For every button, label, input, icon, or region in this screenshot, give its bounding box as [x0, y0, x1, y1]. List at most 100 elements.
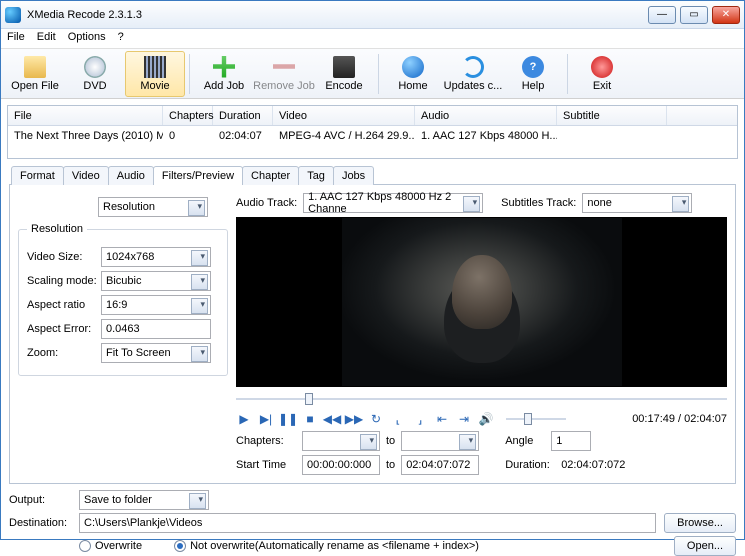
video-size-label: Video Size:	[27, 251, 101, 263]
play-icon[interactable]: ▶	[236, 411, 252, 427]
maximize-button[interactable]: ▭	[680, 6, 708, 24]
tab-strip: Format Video Audio Filters/Preview Chapt…	[11, 165, 744, 184]
mark-in-icon[interactable]: ⸤	[390, 411, 406, 427]
forward-icon[interactable]: ▶▶	[346, 411, 362, 427]
subtitle-track-select[interactable]: none	[582, 193, 692, 213]
tab-video[interactable]: Video	[63, 166, 109, 185]
col-chapters[interactable]: Chapters	[163, 106, 213, 125]
seek-slider[interactable]	[236, 391, 727, 405]
goto-out-icon[interactable]: ⇥	[456, 411, 472, 427]
close-button[interactable]: ✕	[712, 6, 740, 24]
aspect-select[interactable]: 16:9	[101, 295, 211, 315]
subtitle-track-label: Subtitles Track:	[501, 197, 576, 209]
exit-button[interactable]: Exit	[572, 51, 632, 97]
chapter-to-select[interactable]	[401, 431, 479, 451]
menu-options[interactable]: Options	[68, 31, 106, 46]
tab-audio[interactable]: Audio	[108, 166, 154, 185]
menu-edit[interactable]: Edit	[37, 31, 56, 46]
cell-file: The Next Three Days (2010) MV4 NL ...	[8, 130, 163, 142]
filters-panel: Resolution Resolution Video Size:1024x76…	[9, 184, 736, 484]
menu-bar: File Edit Options ?	[1, 29, 744, 49]
filter-type-select[interactable]: Resolution	[98, 197, 208, 217]
film-icon	[144, 56, 166, 78]
duration-label: Duration:	[505, 459, 555, 471]
col-audio[interactable]: Audio	[415, 106, 557, 125]
aspect-error-label: Aspect Error:	[27, 323, 101, 335]
chapter-from-select[interactable]	[302, 431, 380, 451]
duration-value: 02:04:07:072	[561, 459, 625, 471]
tab-jobs[interactable]: Jobs	[333, 166, 374, 185]
start-time-input[interactable]: 00:00:00:000	[302, 455, 380, 475]
aspect-error-input[interactable]: 0.0463	[101, 319, 211, 339]
tab-filters[interactable]: Filters/Preview	[153, 166, 243, 185]
col-file[interactable]: File	[8, 106, 163, 125]
file-list[interactable]: File Chapters Duration Video Audio Subti…	[7, 105, 738, 159]
destination-input[interactable]: C:\Users\Plankje\Videos	[79, 513, 656, 533]
cell-video: MPEG-4 AVC / H.264 29.9...	[273, 130, 415, 142]
open-file-button[interactable]: Open File	[5, 51, 65, 97]
loop-icon[interactable]: ↻	[368, 411, 384, 427]
to-label: to	[386, 435, 395, 447]
next-frame-icon[interactable]: ▶|	[258, 411, 274, 427]
goto-in-icon[interactable]: ⇤	[434, 411, 450, 427]
toolbar-separator	[378, 54, 379, 94]
angle-label: Angle	[505, 435, 545, 447]
time-display: 00:17:49 / 02:04:07	[632, 413, 727, 425]
not-overwrite-radio[interactable]: Not overwrite(Automatically rename as <f…	[174, 540, 479, 552]
minimize-button[interactable]: —	[648, 6, 676, 24]
col-subtitle[interactable]: Subtitle	[557, 106, 667, 125]
zoom-label: Zoom:	[27, 347, 101, 359]
power-icon	[591, 56, 613, 78]
zoom-select[interactable]: Fit To Screen	[101, 343, 211, 363]
file-row[interactable]: The Next Three Days (2010) MV4 NL ... 0 …	[8, 126, 737, 146]
scaling-select[interactable]: Bicubic	[101, 271, 211, 291]
window-title: XMedia Recode 2.3.1.3	[27, 9, 644, 21]
menu-help[interactable]: ?	[118, 31, 124, 46]
audio-track-label: Audio Track:	[236, 197, 297, 209]
scaling-label: Scaling mode:	[27, 275, 101, 287]
col-duration[interactable]: Duration	[213, 106, 273, 125]
browse-button[interactable]: Browse...	[664, 513, 736, 533]
disc-icon	[84, 56, 106, 78]
movie-button[interactable]: Movie	[125, 51, 185, 97]
tab-tag[interactable]: Tag	[298, 166, 334, 185]
output-section: Output: Save to folder Destination: C:\U…	[9, 490, 736, 556]
output-mode-select[interactable]: Save to folder	[79, 490, 209, 510]
file-list-header: File Chapters Duration Video Audio Subti…	[8, 106, 737, 126]
tab-chapter[interactable]: Chapter	[242, 166, 299, 185]
angle-input[interactable]: 1	[551, 431, 591, 451]
refresh-icon	[462, 56, 484, 78]
video-preview[interactable]	[236, 217, 727, 387]
pause-icon[interactable]: ❚❚	[280, 411, 296, 427]
player-controls: ▶ ▶| ❚❚ ■ ◀◀ ▶▶ ↻ ⸤ ⸥ ⇤ ⇥ 🔊 00:17:49 / 0…	[236, 411, 727, 427]
resolution-legend: Resolution	[27, 223, 87, 235]
stop-icon[interactable]: ■	[302, 411, 318, 427]
help-button[interactable]: ?Help	[503, 51, 563, 97]
volume-slider[interactable]	[506, 411, 566, 427]
updates-button[interactable]: Updates c...	[443, 51, 503, 97]
menu-file[interactable]: File	[7, 31, 25, 46]
globe-icon	[402, 56, 424, 78]
audio-track-select[interactable]: 1. AAC 127 Kbps 48000 Hz 2 Channe	[303, 193, 483, 213]
encode-button[interactable]: Encode	[314, 51, 374, 97]
dvd-button[interactable]: DVD	[65, 51, 125, 97]
resolution-group: Resolution Video Size:1024x768 Scaling m…	[18, 223, 228, 376]
open-button[interactable]: Open...	[674, 536, 736, 556]
output-label: Output:	[9, 494, 71, 506]
col-video[interactable]: Video	[273, 106, 415, 125]
video-size-select[interactable]: 1024x768	[101, 247, 211, 267]
overwrite-radio[interactable]: Overwrite	[79, 540, 142, 552]
filters-left: Resolution Resolution Video Size:1024x76…	[18, 193, 228, 475]
add-job-button[interactable]: Add Job	[194, 51, 254, 97]
rewind-icon[interactable]: ◀◀	[324, 411, 340, 427]
volume-icon[interactable]: 🔊	[478, 411, 494, 427]
title-bar: XMedia Recode 2.3.1.3 — ▭ ✕	[1, 1, 744, 29]
tab-format[interactable]: Format	[11, 166, 64, 185]
mark-out-icon[interactable]: ⸥	[412, 411, 428, 427]
preview-area: Audio Track: 1. AAC 127 Kbps 48000 Hz 2 …	[236, 193, 727, 475]
remove-job-button: Remove Job	[254, 51, 314, 97]
home-button[interactable]: Home	[383, 51, 443, 97]
aspect-label: Aspect ratio	[27, 299, 101, 311]
destination-label: Destination:	[9, 517, 71, 529]
end-time-input[interactable]: 02:04:07:072	[401, 455, 479, 475]
